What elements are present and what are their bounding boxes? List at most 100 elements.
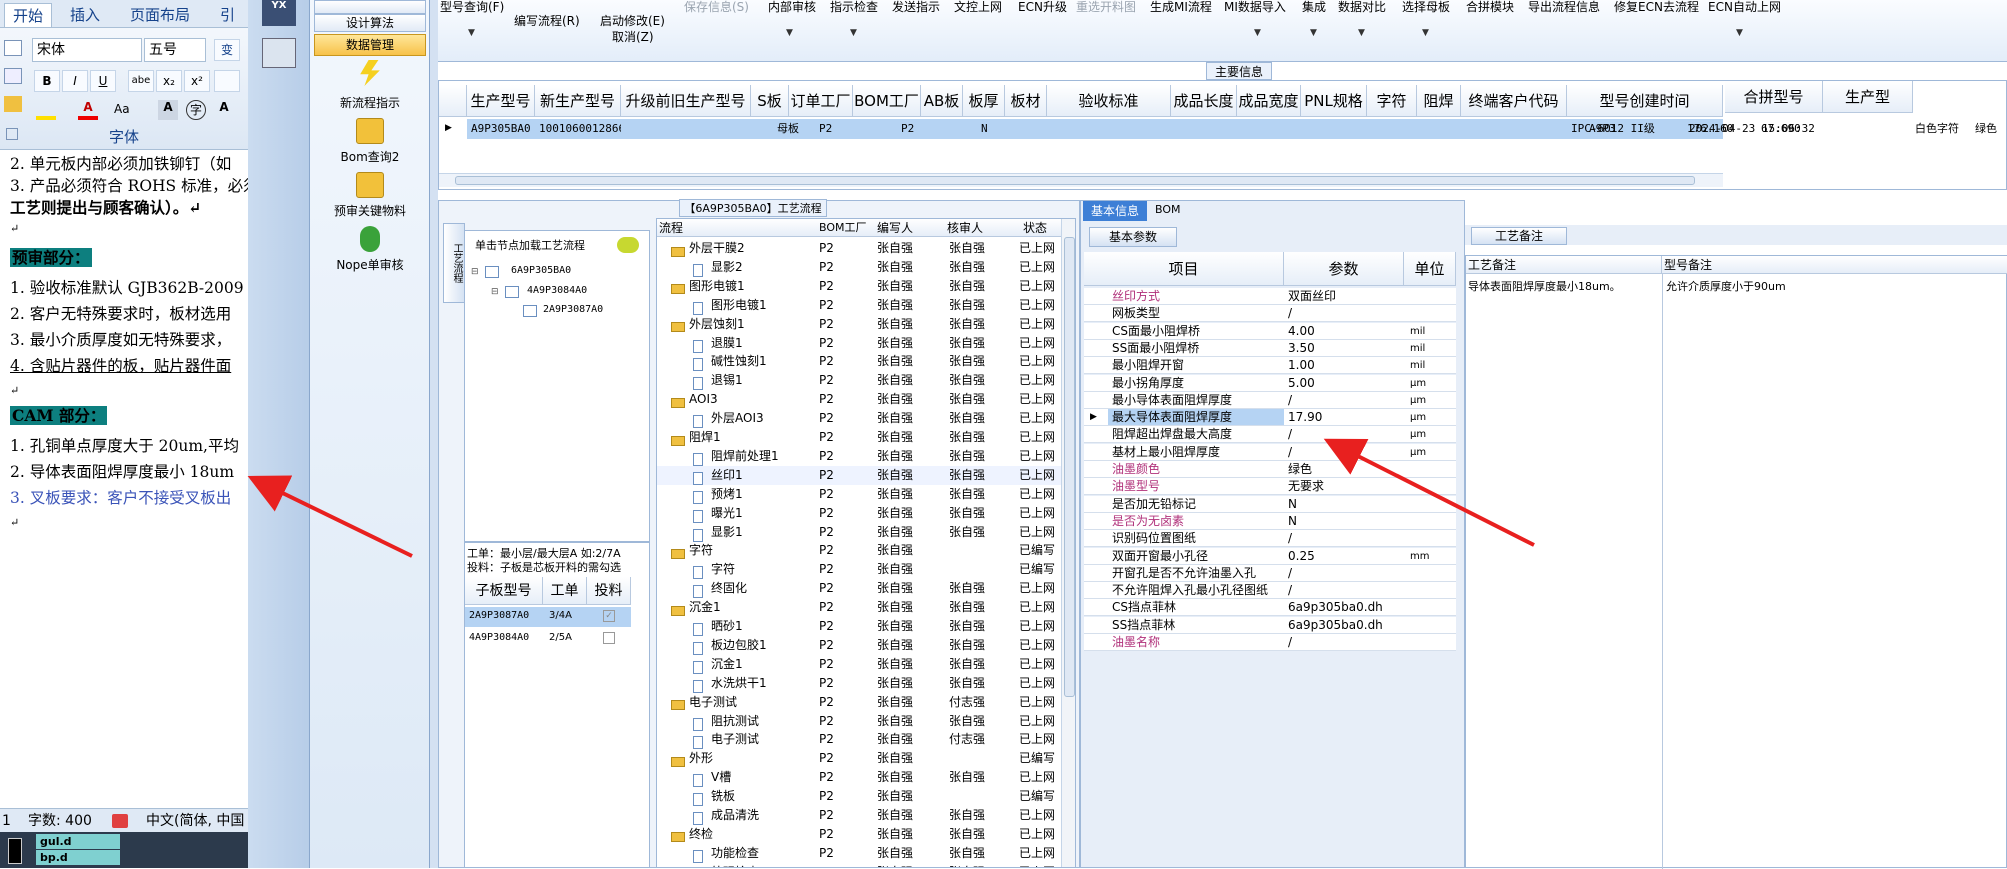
flow-row[interactable]: 外观检查 P2 张自强 张自强 已上网: [657, 863, 1075, 867]
flow-row[interactable]: 显影1 P2 张自强 张自强 已上网: [657, 523, 1075, 542]
col-header[interactable]: 核审人: [947, 219, 983, 237]
param-value[interactable]: /: [1288, 426, 1292, 443]
param-value[interactable]: 17.90: [1288, 409, 1322, 426]
param-value[interactable]: 无要求: [1288, 478, 1324, 495]
reselect-cutting-button[interactable]: 重选开料图: [1076, 0, 1136, 15]
document-body[interactable]: 2. 单元板内部必须加铁铆钉（如 3. 产品必须符合 ROHS 标准，必须 工艺…: [0, 150, 248, 795]
col-header[interactable]: 阻焊: [1417, 85, 1461, 117]
col-header[interactable]: 新生产型号: [535, 85, 621, 117]
doc-online-button[interactable]: 文控上网: [954, 0, 1002, 15]
flow-row[interactable]: 成品清洗 P2 张自强 张自强 已上网: [657, 806, 1075, 825]
param-row[interactable]: 最小导体表面阻焊厚度 / μm: [1084, 391, 1456, 409]
param-row[interactable]: 是否加无铅标记 N: [1084, 495, 1456, 513]
change-case-button[interactable]: 变: [214, 39, 240, 61]
tab-process-remarks[interactable]: 工艺备注: [1471, 227, 1567, 245]
start-modify-button[interactable]: 启动修改(E): [600, 12, 665, 29]
param-value[interactable]: /: [1288, 565, 1292, 582]
flow-row[interactable]: 水洗烘干1 P2 张自强 张自强 已上网: [657, 674, 1075, 693]
chevron-down-icon[interactable]: ▼: [1254, 28, 1261, 38]
col-header[interactable]: 工艺备注: [1466, 256, 1662, 274]
repair-ecn-flow-button[interactable]: 修复ECN去流程: [1614, 0, 1699, 15]
param-row[interactable]: 阻焊超出焊盘最大高度 / μm: [1084, 426, 1456, 444]
col-header[interactable]: 流程: [659, 219, 683, 237]
flow-row[interactable]: 字符 P2 张自强 已编写: [657, 560, 1075, 580]
chevron-down-icon[interactable]: ▼: [468, 28, 475, 38]
col-header[interactable]: 升级前旧生产型号: [621, 85, 751, 117]
col-header[interactable]: 生产型: [1823, 81, 1913, 113]
cell-char[interactable]: 白色字符: [1911, 119, 1961, 139]
chevron-down-icon[interactable]: ▼: [850, 28, 857, 38]
send-instruction-button[interactable]: 发送指示: [892, 0, 940, 15]
chevron-down-icon[interactable]: ▼: [786, 28, 793, 38]
change-case-icon[interactable]: Aa: [114, 102, 138, 120]
chevron-down-icon[interactable]: ▼: [1358, 28, 1365, 38]
col-header[interactable]: 订单工厂: [789, 85, 853, 117]
table-row[interactable]: 4A9P3084A0 2/5A: [465, 629, 631, 649]
tab-process-flow[interactable]: 工艺流程: [443, 223, 465, 303]
tree-node[interactable]: 6A9P305BA0: [511, 265, 571, 276]
instruction-check-button[interactable]: 指示检查: [830, 0, 878, 15]
flow-row[interactable]: 丝印1 P2 张自强 张自强 已上网: [657, 465, 1075, 485]
flow-row[interactable]: 沉金1 P2 张自强 张自强 已上网: [657, 598, 1075, 617]
param-row[interactable]: 开窗孔是否不允许油墨入孔 /: [1084, 564, 1456, 582]
scroll-thumb[interactable]: [455, 176, 1695, 185]
col-header[interactable]: 板材: [1005, 85, 1047, 117]
col-header[interactable]: 终端客户代码: [1461, 85, 1567, 117]
tab-references[interactable]: 引用: [212, 3, 248, 48]
param-row[interactable]: ▶ 最大导体表面阻焊厚度 17.90 μm: [1084, 409, 1456, 427]
flow-row[interactable]: 外层蚀刻1 P2 张自强 张自强 已上网: [657, 315, 1075, 334]
param-row[interactable]: 油墨颜色 绿色: [1084, 461, 1456, 478]
select-motherboard-button[interactable]: 选择母板: [1402, 0, 1450, 15]
nav-design-algorithm[interactable]: 设计算法: [314, 14, 426, 32]
flow-row[interactable]: 外层AOI3 P2 张自强 张自强 已上网: [657, 409, 1075, 429]
internal-review-button[interactable]: 内部审核: [768, 0, 816, 15]
cell-s-board[interactable]: 母板: [773, 119, 813, 139]
param-row[interactable]: 不允许阻焊入孔最小孔径图纸 /: [1084, 582, 1456, 600]
param-row[interactable]: 识别码位置图纸 /: [1084, 530, 1456, 548]
col-header[interactable]: 参数: [1284, 252, 1404, 286]
flow-row[interactable]: 终固化 P2 张自强 张自强 已上网: [657, 579, 1075, 599]
model-query-button[interactable]: 型号查询(F): [440, 0, 504, 15]
nav-item-new-process[interactable]: 新流程指示: [310, 94, 430, 111]
col-header[interactable]: 单位: [1404, 252, 1456, 286]
cell-ab-board[interactable]: N: [977, 119, 1007, 139]
param-row[interactable]: CS面最小阻焊桥 4.00 mil: [1084, 322, 1456, 340]
ecn-auto-online-button[interactable]: ECN自动上网: [1708, 0, 1781, 15]
process-note-cell[interactable]: 导体表面阻焊厚度最小18um。: [1468, 278, 1621, 294]
param-value[interactable]: 6a9p305ba0.dh: [1288, 599, 1383, 616]
cell-customer[interactable]: A9P3: [1585, 119, 1616, 139]
flow-row[interactable]: 预烤1 P2 张自强 张自强 已上网: [657, 485, 1075, 504]
font-size-select[interactable]: 五号: [144, 38, 206, 62]
cancel-button[interactable]: 取消(Z): [612, 28, 654, 45]
status-word-count[interactable]: 字数: 400: [28, 809, 92, 833]
font-name-select[interactable]: 宋体: [32, 38, 142, 62]
tab-bom[interactable]: BOM: [1155, 203, 1181, 216]
param-value[interactable]: /: [1288, 582, 1292, 599]
param-row[interactable]: SS挡点菲林 6a9p305ba0.dh: [1084, 616, 1456, 634]
param-value[interactable]: /: [1288, 444, 1292, 461]
folder-icon[interactable]: [356, 172, 384, 198]
col-header[interactable]: 成品宽度: [1237, 85, 1301, 117]
splitter[interactable]: [430, 0, 438, 868]
grow-font-icon[interactable]: A: [214, 100, 234, 120]
col-header[interactable]: 型号创建时间: [1567, 85, 1723, 117]
param-value[interactable]: 5.00: [1288, 375, 1315, 392]
nav-top-button[interactable]: [314, 0, 426, 14]
tab-basic-info[interactable]: 基本信息: [1083, 201, 1147, 221]
tree-node[interactable]: 2A9P3087A0: [543, 304, 603, 315]
col-header[interactable]: 验收标准: [1047, 85, 1171, 117]
param-value[interactable]: 1.00: [1288, 357, 1315, 374]
cell-model[interactable]: A9P305BA0: [467, 119, 535, 139]
param-value[interactable]: 绿色: [1288, 461, 1312, 478]
flow-row[interactable]: 沉金1 P2 张自强 张自强 已上网: [657, 655, 1075, 674]
underline-button[interactable]: U: [90, 70, 116, 92]
merge-module-button[interactable]: 合拼模块: [1466, 0, 1514, 15]
col-header[interactable]: 项目: [1084, 252, 1284, 286]
param-row[interactable]: 油墨名称 /: [1084, 634, 1456, 651]
param-value[interactable]: 4.00: [1288, 323, 1315, 340]
param-row[interactable]: CS挡点菲林 6a9p305ba0.dh: [1084, 599, 1456, 617]
flow-row[interactable]: AOI3 P2 张自强 张自强 已上网: [657, 390, 1075, 409]
enclose-char-icon[interactable]: 字: [186, 100, 206, 120]
flow-row[interactable]: 显影2 P2 张自强 张自强 已上网: [657, 258, 1075, 277]
user-icon[interactable]: [360, 226, 380, 252]
